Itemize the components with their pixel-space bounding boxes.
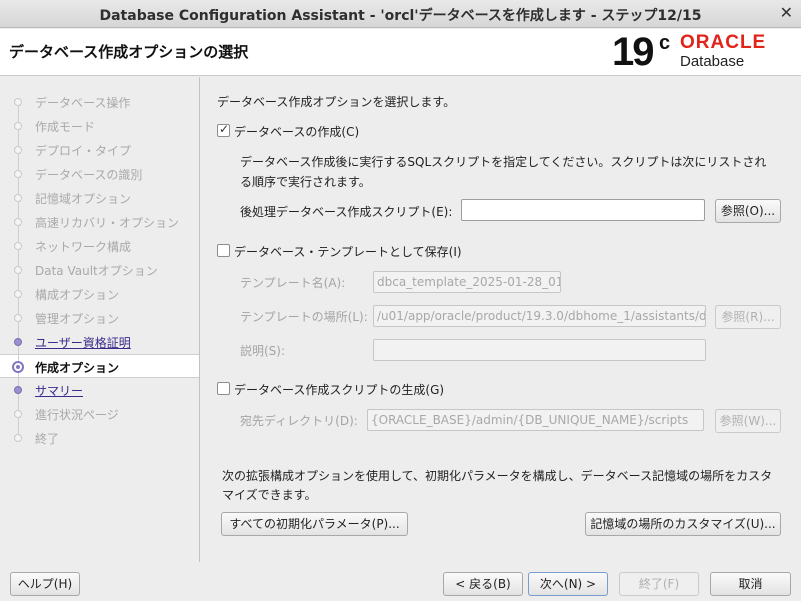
step-item: ネットワーク構成 bbox=[0, 234, 199, 258]
generate-scripts-label[interactable]: データベース作成スクリプトの生成(G) bbox=[234, 381, 444, 398]
help-button[interactable]: ヘルプ(H) bbox=[10, 572, 80, 596]
step-item: 管理オプション bbox=[0, 306, 199, 330]
step-dot-icon bbox=[14, 194, 22, 202]
advanced-description-cont: マイズできます。 bbox=[222, 488, 317, 502]
customize-storage-button[interactable]: 記憶域の場所のカスタマイズ(U)... bbox=[585, 512, 781, 536]
step-dot-icon bbox=[14, 410, 22, 418]
all-init-params-button[interactable]: すべての初期化パラメータ(P)... bbox=[221, 512, 408, 536]
step-dot-icon bbox=[14, 218, 22, 226]
destination-input[interactable]: {ORACLE_BASE}/admin/{DB_UNIQUE_NAME}/scr… bbox=[367, 409, 704, 431]
step-dot-icon bbox=[14, 386, 22, 394]
step-dot-icon bbox=[14, 242, 22, 250]
create-db-checkbox[interactable] bbox=[217, 122, 230, 137]
template-location-input[interactable]: /u01/app/oracle/product/19.3.0/dbhome_1/… bbox=[373, 305, 706, 327]
step-dot-icon bbox=[14, 98, 22, 106]
step-dot-icon bbox=[14, 122, 22, 130]
browse-template-location-button[interactable]: 参照(R)... bbox=[715, 305, 781, 329]
footer-bar: ヘルプ(H) < 戻る(B) 次へ(N) > 終了(F) 取消 bbox=[0, 562, 801, 601]
cancel-button[interactable]: 取消 bbox=[710, 572, 791, 596]
post-script-label: 後処理データベース作成スクリプト(E): bbox=[240, 205, 453, 219]
logo-brand: ORACLE bbox=[680, 32, 767, 53]
window-title: Database Configuration Assistant - 'orcl… bbox=[99, 8, 702, 24]
step-current-icon bbox=[12, 361, 24, 373]
step-dot-icon bbox=[14, 146, 22, 154]
next-button[interactable]: 次へ(N) > bbox=[528, 572, 608, 596]
oracle-logo: 19 c ORACLE Database bbox=[612, 29, 797, 76]
step-item: 高速リカバリ・オプション bbox=[0, 210, 199, 234]
post-script-input[interactable] bbox=[461, 199, 705, 221]
script-description: データベース作成後に実行するSQLスクリプトを指定してください。スクリプトは次に… bbox=[240, 155, 767, 169]
finish-button[interactable]: 終了(F) bbox=[619, 572, 699, 596]
description-input[interactable] bbox=[373, 339, 706, 361]
description-label: 説明(S): bbox=[240, 344, 286, 358]
logo-product: Database bbox=[680, 53, 745, 70]
page-title: データベース作成オプションの選択 bbox=[9, 43, 249, 61]
step-item-creation-options: 作成オプション bbox=[0, 354, 199, 379]
script-description-cont: る順序で実行されます。 bbox=[240, 175, 371, 189]
step-dot-icon bbox=[14, 434, 22, 442]
template-location-label: テンプレートの場所(L): bbox=[240, 310, 368, 324]
logo-version-suffix: c bbox=[659, 32, 671, 54]
page-header: データベース作成オプションの選択 19 c ORACLE Database bbox=[0, 29, 801, 76]
logo-version: 19 bbox=[612, 30, 654, 74]
step-item: 終了 bbox=[0, 426, 199, 450]
template-name-label: テンプレート名(A): bbox=[240, 276, 346, 290]
step-item: デプロイ・タイプ bbox=[0, 138, 199, 162]
step-item: 構成オプション bbox=[0, 282, 199, 306]
back-button[interactable]: < 戻る(B) bbox=[443, 572, 523, 596]
main-panel: データベース作成オプションを選択します。 データベースの作成(C) データベース… bbox=[201, 77, 801, 562]
step-item: 作成モード bbox=[0, 114, 199, 138]
step-item: データベースの識別 bbox=[0, 162, 199, 186]
step-dot-icon bbox=[14, 290, 22, 298]
step-dot-icon bbox=[14, 338, 22, 346]
browse-post-script-button[interactable]: 参照(O)... bbox=[715, 199, 781, 223]
destination-label: 宛先ディレクトリ(D): bbox=[240, 414, 358, 428]
step-dot-icon bbox=[14, 266, 22, 274]
step-dot-icon bbox=[14, 170, 22, 178]
advanced-description: 次の拡張構成オプションを使用して、初期化パラメータを構成し、データベース記憶域の… bbox=[222, 469, 773, 483]
save-template-label[interactable]: データベース・テンプレートとして保存(I) bbox=[234, 243, 462, 260]
step-navigator: データベース操作 作成モード デプロイ・タイプ データベースの識別 記憶域オプシ… bbox=[0, 77, 200, 562]
generate-scripts-checkbox[interactable] bbox=[217, 382, 230, 395]
intro-text: データベース作成オプションを選択します。 bbox=[217, 95, 456, 109]
step-item-summary[interactable]: サマリー bbox=[0, 378, 199, 402]
title-bar: Database Configuration Assistant - 'orcl… bbox=[0, 0, 801, 28]
template-name-input[interactable]: dbca_template_2025-01-28_01- bbox=[373, 271, 561, 293]
step-item: 進行状況ページ bbox=[0, 402, 199, 426]
save-template-checkbox[interactable] bbox=[217, 244, 230, 257]
create-db-label[interactable]: データベースの作成(C) bbox=[234, 123, 359, 140]
close-icon[interactable]: ✕ bbox=[780, 3, 793, 22]
browse-destination-button[interactable]: 参照(W)... bbox=[715, 409, 781, 433]
step-item-user-credentials[interactable]: ユーザー資格証明 bbox=[0, 330, 199, 354]
step-dot-icon bbox=[14, 314, 22, 322]
step-item: 記憶域オプション bbox=[0, 186, 199, 210]
step-item: データベース操作 bbox=[0, 90, 199, 114]
step-item: Data Vaultオプション bbox=[0, 258, 199, 282]
